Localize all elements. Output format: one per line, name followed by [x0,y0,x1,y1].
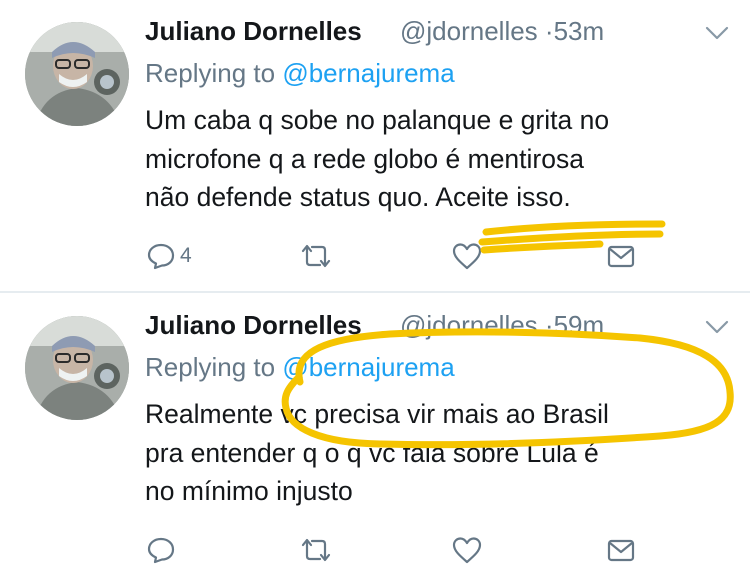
like-button[interactable] [451,234,487,278]
tweet-text-line: não defende status quo. Aceite isso. [145,182,571,212]
like-icon [452,243,482,270]
display-name[interactable]: Juliano Dornelles [145,310,362,341]
retweet-icon [301,244,331,268]
chevron-down-icon[interactable] [704,24,730,42]
timestamp[interactable]: 53m [554,16,605,46]
tweet[interactable]: Juliano Dornelles @jdornelles ·53m Reply… [0,0,750,290]
replying-to: Replying to @bernajurema [145,58,455,89]
reply-icon [147,537,175,564]
tweet-actions [0,528,750,572]
handle-and-time: @jdornelles ·53m [400,16,604,47]
reply-count: 4 [180,244,192,267]
handle[interactable]: @jdornelles [400,16,538,46]
tweet-text-line: Um caba q sobe no palanque e grita no [145,105,610,135]
handle[interactable]: @jdornelles [400,310,538,340]
avatar[interactable] [25,316,129,420]
tweet-text-line: no mínimo injusto [145,476,353,506]
replying-prefix: Replying to [145,352,276,382]
tweet-text: Realmente vc precisa vir mais ao Brasil … [145,395,735,511]
mention-link[interactable]: @bernajurema [282,58,454,88]
reply-icon [147,243,175,270]
direct-message-button[interactable] [606,528,636,572]
avatar-image [25,22,129,126]
timestamp[interactable]: 59m [554,310,605,340]
like-button[interactable] [451,528,487,572]
chevron-down-icon[interactable] [704,318,730,336]
message-icon [607,245,635,268]
tweet-divider [0,291,750,293]
tweet-text: Um caba q sobe no palanque e grita no mi… [145,101,735,217]
message-icon [607,539,635,562]
avatar[interactable] [25,22,129,126]
separator: · [544,16,554,46]
handle-and-time: @jdornelles ·59m [400,310,604,341]
reply-button[interactable] [146,528,180,572]
separator: · [544,310,554,340]
replying-to: Replying to @bernajurema [145,352,455,383]
retweet-icon [301,538,331,562]
like-icon [452,537,482,564]
tweet[interactable]: Juliano Dornelles @jdornelles ·59m Reply… [0,294,750,584]
tweet-text-line: microfone q a rede globo é mentirosa [145,143,584,174]
tweet-actions: 4 [0,234,750,278]
replying-prefix: Replying to [145,58,276,88]
retweet-button[interactable] [298,234,338,278]
mention-link[interactable]: @bernajurema [282,352,454,382]
retweet-button[interactable] [298,528,338,572]
display-name[interactable]: Juliano Dornelles [145,16,362,47]
direct-message-button[interactable] [606,234,636,278]
avatar-image [25,316,129,420]
tweet-text-line: pra entender q o q vc fala sobre Lula é [145,437,599,468]
tweet-text-line: Realmente vc precisa vir mais ao Brasil [145,399,609,429]
reply-button[interactable]: 4 [146,234,192,278]
